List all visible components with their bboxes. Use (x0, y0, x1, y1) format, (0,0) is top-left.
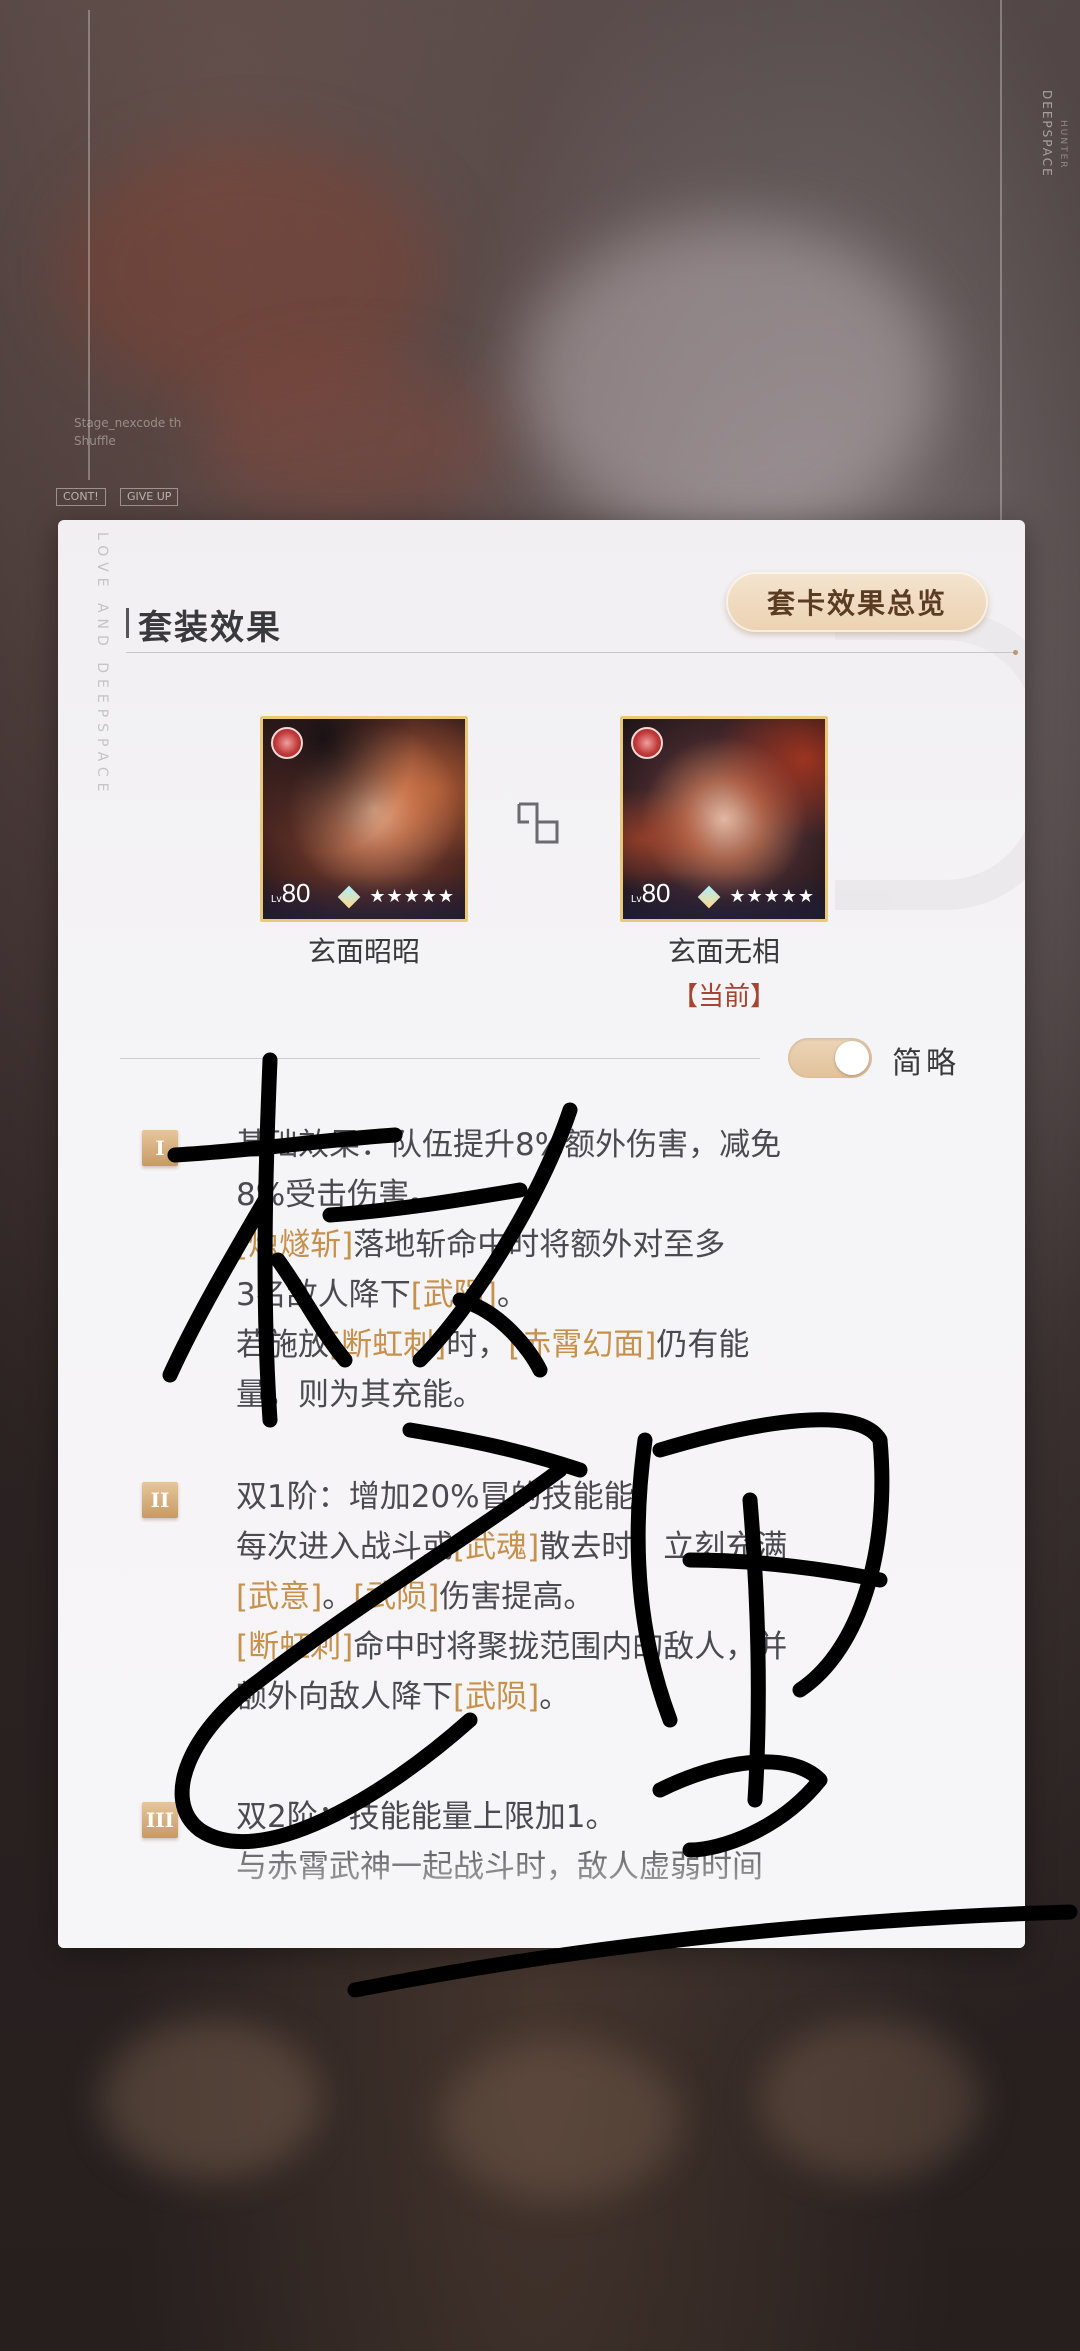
effect-line: [烛燧斩]落地斩命中时将额外对至多 (236, 1220, 936, 1270)
effect-segment: 8%受击伤害。 (236, 1177, 441, 1213)
skill-keyword: [武意] (236, 1579, 323, 1615)
bg-glow (100, 2020, 320, 2180)
effect-line: 若施放[断虹刺]时，[赤霄幻面]仍有能 (236, 1320, 936, 1370)
continue-button[interactable]: CONT! (56, 488, 106, 506)
card-element-icon (271, 727, 303, 759)
toggle-knob (835, 1041, 869, 1075)
skill-keyword: [武陨] (410, 1277, 497, 1313)
effect-line: [武意]。[武陨]伤害提高。 (236, 1572, 936, 1622)
effect-text: 基础效果：队伍提升8%额外伤害，减免 8%受击伤害。 [烛燧斩]落地斩命中时将额外对… (236, 1120, 936, 1420)
skill-keyword: [断虹刺] (236, 1629, 354, 1665)
card-name: 玄面昭昭 (307, 935, 420, 968)
effect-segment: 若施放 (236, 1327, 329, 1363)
brand-subtext: HUNTER (1058, 120, 1068, 170)
effect-line: 量，则为其充能。 (236, 1370, 936, 1420)
bg-glow (760, 2020, 980, 2180)
card-xuanmian-wuxiang[interactable]: Lv80 ★★★★★ (620, 716, 828, 922)
effect-segment: 额外向敌人降下 (236, 1679, 453, 1715)
tier-badge: II (142, 1482, 178, 1518)
card-stars: ★★★★★ (729, 886, 815, 907)
skill-keyword: [武魂] (453, 1529, 540, 1565)
skill-keyword: [武陨] (453, 1679, 540, 1715)
effect-segment: 。 (496, 1277, 528, 1313)
current-tag: 【当前】 (671, 982, 776, 1012)
bg-caption: Stage_nexcode th (74, 416, 182, 430)
give-up-button[interactable]: GIVE UP (120, 488, 179, 506)
skill-keyword: [烛燧斩] (236, 1227, 354, 1263)
card-level: Lv80 (631, 878, 671, 908)
effect-segment: 时， (446, 1327, 509, 1363)
card-xuanmian-zhaozhao[interactable]: Lv80 ★★★★★ (260, 716, 468, 922)
effect-line: 3名敌人降下[武陨]。 (236, 1270, 936, 1320)
header-divider (126, 650, 1018, 655)
effect-text: 双1阶：增加20%冒的技能能。 每次进入战斗或[武魂]散去时，立刻充满 [武意]。[… (236, 1472, 936, 1722)
frame-line (88, 10, 90, 480)
tier-badge: III (142, 1802, 178, 1838)
brief-toggle[interactable] (788, 1038, 872, 1078)
effect-segment: 基础效果：队伍提升8%额外伤害，减免 (236, 1127, 782, 1163)
brand-text: DEEPSPACE (1040, 90, 1054, 178)
effect-line: 每次进入战斗或[武魂]散去时，立刻充满 (236, 1522, 936, 1572)
effect-segment: 双2阶：技能能量上限加1。 (236, 1799, 617, 1835)
bg-glow (200, 360, 500, 520)
scroll-fade (58, 1838, 1025, 1948)
effect-segment: 命中时将聚拢范围内的敌人，并 (353, 1629, 788, 1665)
effect-segment: 3名敌人降下 (236, 1277, 411, 1313)
panel-side-text: LOVE AND DEEPSPACE (94, 532, 110, 798)
effect-segment: 。 (322, 1579, 354, 1615)
title-bar (126, 608, 129, 638)
effect-segment: 散去时，立刻充满 (539, 1529, 788, 1565)
background-bottom (60, 1980, 1020, 2280)
card-name: 玄面无相 (667, 935, 780, 968)
brief-toggle-label: 简略 (892, 1046, 960, 1081)
card-level: Lv80 (271, 878, 311, 908)
link-icon (517, 802, 559, 844)
bg-glow (520, 220, 940, 540)
skill-keyword: [武陨] (353, 1579, 440, 1615)
effect-segment: 每次进入战斗或 (236, 1529, 453, 1565)
tier-badge: I (142, 1130, 178, 1166)
effect-segment: 量，则为其充能。 (236, 1377, 484, 1413)
effect-line: 双2阶：技能能量上限加1。 (236, 1792, 936, 1842)
panel-decoration (835, 610, 1025, 910)
panel-title: 套装效果 (138, 608, 282, 648)
effect-segment: 仍有能 (656, 1327, 750, 1363)
effect-line: 额外向敌人降下[武陨]。 (236, 1672, 936, 1722)
effect-segment: 。 (539, 1679, 571, 1715)
card-stars: ★★★★★ (369, 886, 455, 907)
skill-keyword: [断虹刺] (329, 1327, 447, 1363)
bg-glow (440, 2040, 680, 2200)
effect-segment: 伤害提高。 (439, 1579, 595, 1615)
set-overview-button[interactable]: 套卡效果总览 (726, 572, 988, 632)
section-divider (120, 1058, 760, 1059)
effect-line: 8%受击伤害。 (236, 1170, 936, 1220)
effect-line: [断虹刺]命中时将聚拢范围内的敌人，并 (236, 1622, 936, 1672)
effect-line: 基础效果：队伍提升8%额外伤害，减免 (236, 1120, 936, 1170)
effect-segment: 双1阶：增加20%冒的技能能。 (236, 1479, 666, 1515)
skill-keyword: [赤霄幻面] (508, 1327, 657, 1363)
set-effect-panel: LOVE AND DEEPSPACE 套装效果 套卡效果总览 Lv80 ★★★★… (58, 520, 1025, 1948)
effect-segment: 落地斩命中时将额外对至多 (353, 1227, 726, 1263)
bg-caption: Shuffle (74, 434, 116, 448)
effect-line: 双1阶：增加20%冒的技能能。 (236, 1472, 936, 1522)
card-element-icon (631, 727, 663, 759)
